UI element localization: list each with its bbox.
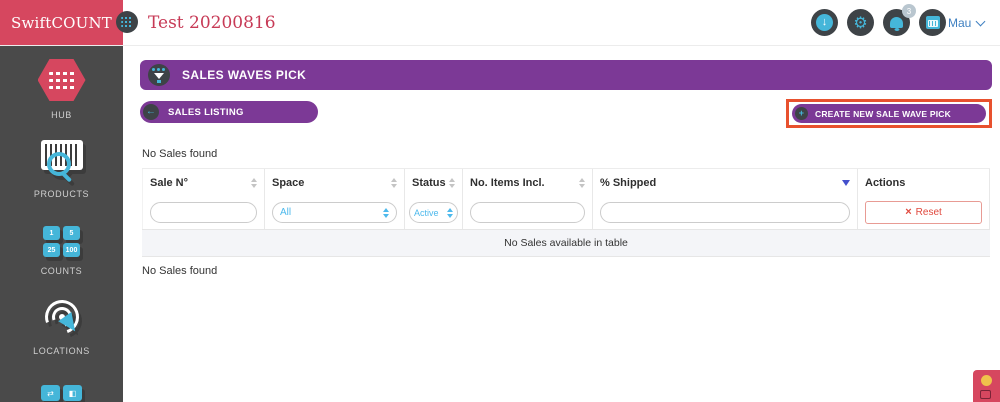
no-sales-found-text-top: No Sales found (142, 148, 218, 160)
barcode-search-icon (39, 140, 85, 180)
filter-cell (593, 196, 858, 229)
column-header-sale-number[interactable]: Sale N° (142, 169, 265, 196)
filter-cell: Active (405, 196, 463, 229)
sidebar: HUB PRODUCTS 1 5 25 100 COUNTS LOCATIONS (0, 45, 123, 402)
calendar-button[interactable] (919, 9, 946, 36)
plus-icon: + (795, 107, 808, 120)
column-header-shipped[interactable]: % Shipped (593, 169, 858, 196)
table-header-row: Sale N° Space Status No. Items Incl. % S… (142, 168, 990, 196)
space-filter-select[interactable]: All (272, 202, 397, 223)
select-arrows-icon (383, 207, 389, 218)
counts-tiles-icon: 1 5 25 100 (43, 226, 80, 257)
filter-cell: × Reset (858, 196, 990, 229)
sale-number-filter-input[interactable] (150, 202, 257, 223)
feedback-icon (981, 375, 992, 386)
filter-cell (463, 196, 593, 229)
feedback-tab[interactable] (973, 370, 1000, 402)
calendar-icon (925, 16, 940, 29)
no-sales-found-text-bottom: No Sales found (142, 265, 218, 277)
hub-mini-icon[interactable] (116, 11, 138, 33)
sort-desc-icon[interactable] (842, 179, 850, 186)
sort-icon[interactable] (449, 177, 455, 188)
status-filter-select[interactable]: Active (409, 202, 458, 223)
filter-cell (142, 196, 265, 229)
sidebar-item-products[interactable]: PRODUCTS (0, 140, 123, 199)
sales-table: Sale N° Space Status No. Items Incl. % S… (142, 168, 990, 257)
sidebar-item-label: PRODUCTS (33, 189, 90, 199)
location-target-icon (38, 294, 85, 340)
highlight-box: + CREATE NEW SALE WAVE PICK (786, 99, 992, 128)
bell-icon (890, 17, 903, 28)
x-icon: × (905, 206, 912, 218)
user-menu[interactable]: Mau (948, 0, 986, 45)
transfer-tiles-icon: ⇄ ◧ (41, 385, 82, 401)
column-header-status[interactable]: Status (405, 169, 463, 196)
sort-icon[interactable] (251, 177, 257, 188)
shipped-filter-input[interactable] (600, 202, 850, 223)
table-filter-row: All Active × Reset (142, 196, 990, 229)
settings-button[interactable]: ⚙ (847, 9, 874, 36)
sidebar-item-locations[interactable]: LOCATIONS (0, 294, 123, 356)
sort-icon[interactable] (579, 177, 585, 188)
column-header-space[interactable]: Space (265, 169, 405, 196)
sidebar-item-label: COUNTS (40, 266, 83, 276)
filter-cell: All (265, 196, 405, 229)
brand-logo[interactable]: SwiftCOUNT (0, 0, 123, 45)
notification-badge: 3 (902, 4, 916, 18)
back-arrow-icon: ← (143, 104, 159, 120)
sidebar-item-label: LOCATIONS (33, 346, 90, 356)
notifications-button[interactable]: 3 (883, 4, 916, 36)
sales-listing-button[interactable]: ← SALES LISTING (140, 101, 318, 123)
chevron-down-icon (975, 16, 986, 26)
section-header: SALES WAVES PICK (140, 60, 992, 90)
sidebar-item-partial[interactable]: ⇄ ◧ (0, 385, 123, 401)
table-empty-message: No Sales available in table (142, 229, 990, 257)
sidebar-item-counts[interactable]: 1 5 25 100 COUNTS (0, 226, 123, 276)
top-bar: SwiftCOUNT Test 20200816 ↓ ⚙ 3 Mau (0, 0, 1000, 46)
user-name: Mau (948, 15, 972, 30)
column-header-items[interactable]: No. Items Incl. (463, 169, 593, 196)
wave-pick-icon (148, 64, 170, 86)
section-title: SALES WAVES PICK (182, 68, 307, 82)
sidebar-item-label: HUB (51, 110, 72, 120)
select-arrows-icon (447, 207, 453, 218)
gear-icon: ⚙ (853, 12, 868, 32)
sidebar-item-hub[interactable]: HUB (0, 59, 123, 120)
download-icon: ↓ (816, 14, 833, 31)
items-filter-input[interactable] (470, 202, 585, 223)
download-button[interactable]: ↓ (811, 9, 838, 36)
create-new-sale-wave-pick-button[interactable]: + CREATE NEW SALE WAVE PICK (792, 104, 986, 123)
page-reference-title: Test 20200816 (148, 12, 276, 33)
hub-icon (37, 59, 86, 101)
column-header-actions: Actions (858, 169, 990, 196)
sort-icon[interactable] (391, 177, 397, 188)
app-window: SwiftCOUNT Test 20200816 ↓ ⚙ 3 Mau HUB P… (0, 0, 1000, 402)
feedback-glyph-icon (980, 390, 991, 399)
reset-button[interactable]: × Reset (865, 201, 982, 224)
